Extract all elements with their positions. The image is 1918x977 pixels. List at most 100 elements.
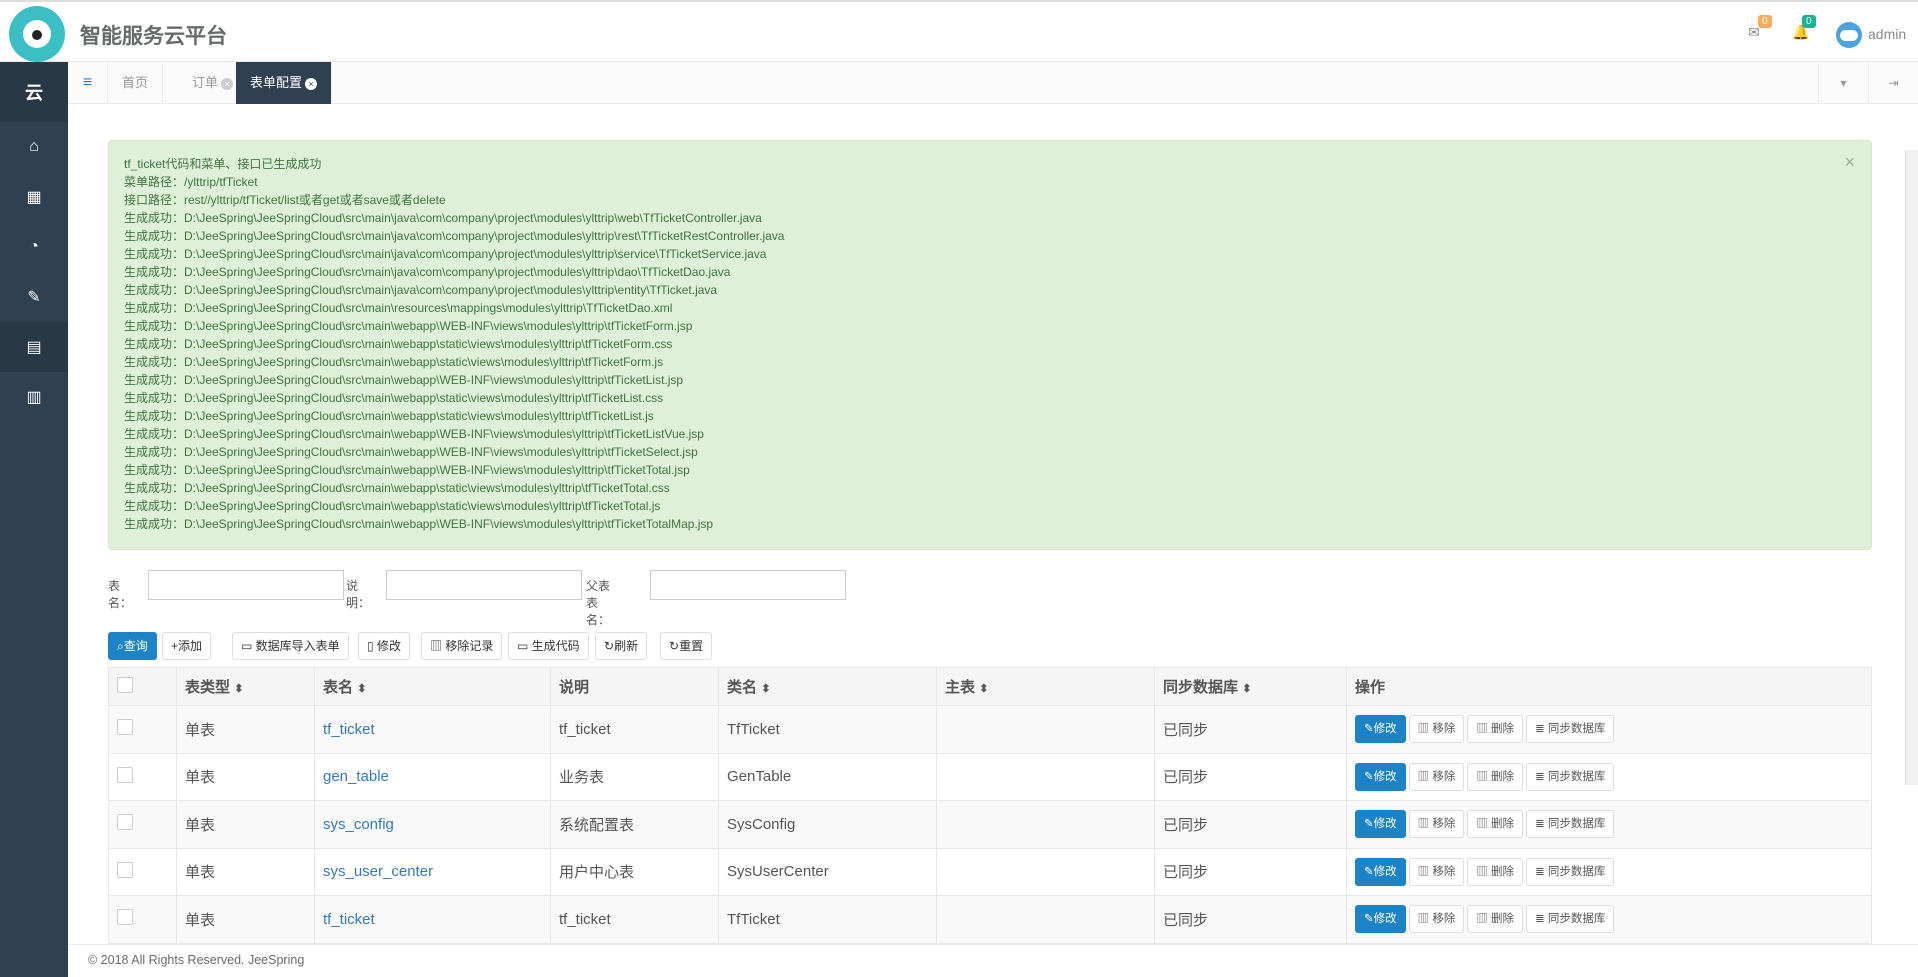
- bell-icon[interactable]: 🔔 0: [1792, 15, 1816, 40]
- row-edit-button[interactable]: ✎修改: [1355, 905, 1406, 934]
- cell-name: gen_table: [314, 752, 551, 801]
- alert-line: 生成成功：D:\JeeSpring\JeeSpringCloud\src\mai…: [124, 391, 664, 405]
- row-sync-button[interactable]: ≣ 同步数据库: [1526, 905, 1615, 934]
- row-select-cell: [108, 847, 177, 896]
- edit-label: 修改: [1373, 913, 1397, 926]
- table-name-input[interactable]: [148, 570, 344, 600]
- row-edit-button[interactable]: ✎修改: [1355, 762, 1406, 791]
- row-remove-button[interactable]: ▥ 移除: [1408, 857, 1465, 886]
- database-icon: ≣: [1535, 770, 1548, 783]
- mail-icon[interactable]: ✉ 0: [1748, 15, 1772, 40]
- cell-type: 单表: [176, 705, 315, 754]
- close-alert-icon[interactable]: ×: [1844, 153, 1855, 171]
- table-row[interactable]: 单表 tf_ticket tf_ticket TfTicket 已同步 ✎修改 ▥ 移除 ▥ …: [108, 705, 1872, 754]
- row-edit-button[interactable]: ✎修改: [1355, 715, 1406, 744]
- grid-icon[interactable]: ▤: [0, 322, 68, 372]
- row-checkbox[interactable]: [117, 909, 133, 926]
- add-button[interactable]: +添加: [162, 632, 212, 660]
- query-label: 查询: [123, 639, 148, 653]
- table-row[interactable]: 单表 sys_config 系统配置表 SysConfig 已同步 ✎修改 ▥ 移除 ▥ 删除…: [108, 800, 1872, 849]
- table-row[interactable]: 单表 tf_ticket tf_ticket TfTicket 已同步 ✎修改 ▥ 移除 ▥ …: [108, 895, 1872, 944]
- row-edit-button[interactable]: ✎修改: [1355, 810, 1406, 839]
- trash-icon: ▥: [1417, 865, 1433, 878]
- logout-icon[interactable]: ⇥: [1868, 62, 1918, 104]
- col-header-sync[interactable]: 同步数据库 ⬍: [1154, 667, 1347, 706]
- trash-icon: ▥: [1476, 865, 1492, 878]
- row-checkbox[interactable]: [117, 719, 133, 736]
- database-icon: ≣: [1535, 818, 1548, 831]
- row-remove-button[interactable]: ▥ 移除: [1408, 762, 1465, 791]
- table-name-link[interactable]: gen_table: [323, 768, 389, 785]
- edit-label: 修改: [376, 639, 401, 653]
- wrench-icon[interactable]: ✎: [0, 272, 68, 322]
- row-delete-button[interactable]: ▥ 删除: [1467, 905, 1524, 934]
- user-avatar[interactable]: [1836, 22, 1862, 48]
- cell-comments: tf_ticket: [550, 705, 719, 754]
- table-name-link[interactable]: tf_ticket: [323, 911, 375, 928]
- row-delete-button[interactable]: ▥ 删除: [1467, 715, 1524, 744]
- row-delete-button[interactable]: ▥ 删除: [1467, 810, 1524, 839]
- table-name-link[interactable]: tf_ticket: [323, 721, 375, 738]
- row-checkbox[interactable]: [117, 861, 133, 878]
- row-select-cell: [108, 752, 177, 801]
- menu-toggle-icon[interactable]: ≡: [68, 62, 108, 104]
- dashboard-icon[interactable]: ▦: [0, 172, 68, 222]
- scrollbar[interactable]: [1905, 150, 1918, 785]
- database-icon: ≣: [1535, 723, 1548, 736]
- reset-button[interactable]: ↻重置: [660, 632, 713, 660]
- tab-form-config[interactable]: 表单配置 ×: [236, 62, 333, 104]
- cell-class-name: TfTicket: [718, 705, 937, 754]
- file-icon: ▯: [367, 639, 377, 653]
- remove-record-button[interactable]: ▥ 移除记录: [421, 632, 503, 660]
- remove-record-label: 移除记录: [445, 639, 494, 653]
- tab-dropdown-icon[interactable]: ▾: [1818, 62, 1868, 104]
- home-icon[interactable]: ⌂: [0, 122, 68, 172]
- row-checkbox[interactable]: [117, 766, 133, 783]
- row-remove-button[interactable]: ▥ 移除: [1408, 715, 1465, 744]
- row-delete-button[interactable]: ▥ 删除: [1467, 857, 1524, 886]
- gauge-icon[interactable]: ◔: [0, 222, 68, 272]
- row-remove-button[interactable]: ▥ 移除: [1408, 905, 1465, 934]
- cell-type: 单表: [176, 752, 315, 801]
- row-delete-button[interactable]: ▥ 删除: [1467, 762, 1524, 791]
- cell-name: sys_config: [314, 800, 551, 849]
- col-header-type[interactable]: 表类型 ⬍: [176, 667, 315, 706]
- edit-toolbar-button[interactable]: ▯ 修改: [358, 632, 410, 660]
- close-tab-icon[interactable]: ×: [305, 77, 318, 90]
- table-name-link[interactable]: sys_config: [323, 816, 394, 833]
- alert-line: 生成成功：D:\JeeSpring\JeeSpringCloud\src\mai…: [124, 445, 698, 459]
- alert-line: tf_ticket代码和菜单、接口已生成成功: [124, 157, 322, 171]
- app-title: 智能服务云平台: [80, 25, 227, 48]
- query-button[interactable]: ⌕查询: [108, 632, 157, 660]
- row-sync-button[interactable]: ≣ 同步数据库: [1526, 857, 1615, 886]
- table-header-row: 表类型 ⬍ 表名 ⬍ 说明 类名 ⬍ 主表 ⬍ 同步数据库 ⬍ 操作: [108, 667, 1872, 706]
- row-sync-button[interactable]: ≣ 同步数据库: [1526, 715, 1615, 744]
- row-sync-button[interactable]: ≣ 同步数据库: [1526, 762, 1615, 791]
- generate-code-button[interactable]: ▭ 生成代码: [508, 632, 589, 660]
- parent-table-label: 父表表名：: [586, 579, 611, 627]
- comments-input[interactable]: [386, 570, 582, 600]
- col-header-parent[interactable]: 主表 ⬍: [936, 667, 1155, 706]
- col-header-class-name[interactable]: 类名 ⬍: [718, 667, 937, 706]
- user-name[interactable]: admin: [1868, 26, 1906, 42]
- cell-class-name: SysUserCenter: [718, 847, 937, 896]
- table-name-link[interactable]: sys_user_center: [323, 863, 433, 880]
- table-row[interactable]: 单表 sys_user_center 用户中心表 SysUserCenter 已同步 ✎修…: [108, 847, 1872, 896]
- tab-home[interactable]: 首页: [108, 62, 164, 104]
- import-button[interactable]: ▭ 数据库导入表单: [232, 632, 349, 660]
- col-header-name[interactable]: 表名 ⬍: [314, 667, 551, 706]
- delete-label: 删除: [1491, 818, 1515, 831]
- bell-badge: 0: [1802, 15, 1816, 28]
- select-all-checkbox[interactable]: [117, 676, 133, 693]
- close-tab-icon[interactable]: ×: [221, 77, 234, 90]
- parent-table-input[interactable]: [650, 570, 846, 600]
- map-icon[interactable]: ▥: [0, 372, 68, 422]
- row-sync-button[interactable]: ≣ 同步数据库: [1526, 810, 1615, 839]
- row-checkbox[interactable]: [117, 814, 133, 831]
- refresh-button[interactable]: ↻刷新: [595, 632, 648, 660]
- table-row[interactable]: 单表 gen_table 业务表 GenTable 已同步 ✎修改 ▥ 移除 ▥ 删除 ≣ 同步…: [108, 752, 1872, 801]
- row-edit-button[interactable]: ✎修改: [1355, 857, 1406, 886]
- row-remove-button[interactable]: ▥ 移除: [1408, 810, 1465, 839]
- sidebar-brand[interactable]: 云: [0, 62, 68, 122]
- top-header: 智能服务云平台 ✉ 0 🔔 0 admin: [0, 0, 1918, 62]
